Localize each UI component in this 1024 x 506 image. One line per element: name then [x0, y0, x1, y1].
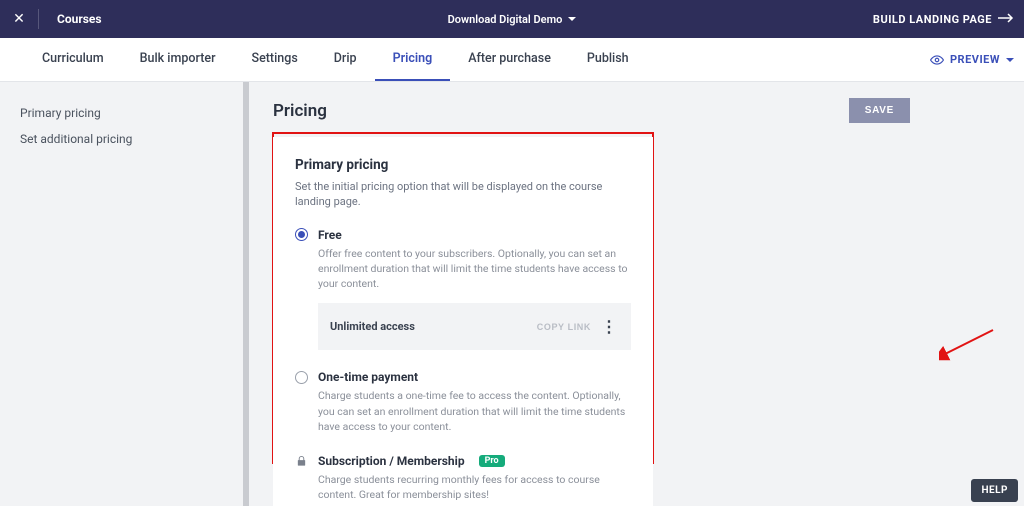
breadcrumb[interactable]: Courses [39, 12, 102, 26]
tab-publish[interactable]: Publish [569, 38, 647, 81]
option-one-time[interactable]: One-time payment Charge students a one-t… [295, 370, 631, 434]
tab-curriculum[interactable]: Curriculum [24, 38, 122, 81]
radio-icon[interactable] [295, 371, 308, 384]
card-heading: Primary pricing [295, 157, 631, 173]
chevron-down-icon [568, 17, 576, 21]
lock-icon [295, 455, 308, 468]
option-one-time-desc: Charge students a one-time fee to access… [295, 388, 631, 434]
page-title: Pricing [273, 101, 327, 121]
help-button[interactable]: HELP [971, 479, 1018, 502]
tab-after-purchase[interactable]: After purchase [450, 38, 569, 81]
access-row: Unlimited access COPY LINK ⋮ [318, 303, 631, 350]
access-label: Unlimited access [330, 320, 529, 333]
primary-pricing-card: Primary pricing Set the initial pricing … [273, 137, 653, 506]
sidebar: Primary pricing Set additional pricing [0, 82, 249, 506]
preview-label: PREVIEW [950, 53, 1000, 66]
kebab-icon[interactable]: ⋮ [599, 317, 619, 336]
option-free-desc: Offer free content to your subscribers. … [295, 246, 631, 292]
option-subscription[interactable]: Subscription / Membership Pro Charge stu… [295, 454, 631, 502]
option-free[interactable]: Free Offer free content to your subscrib… [295, 228, 631, 351]
tab-pricing[interactable]: Pricing [375, 38, 451, 81]
tab-bulk-importer[interactable]: Bulk importer [122, 38, 234, 81]
annotation-arrow [939, 328, 999, 368]
pro-badge: Pro [479, 455, 505, 467]
tab-strip: Curriculum Bulk importer Settings Drip P… [0, 38, 1024, 82]
option-one-time-title: One-time payment [318, 370, 418, 384]
arrow-right-icon [998, 13, 1014, 26]
preview-button[interactable]: PREVIEW [930, 38, 1014, 81]
top-bar: ✕ Courses Download Digital Demo BUILD LA… [0, 0, 1024, 38]
card-subtitle: Set the initial pricing option that will… [295, 179, 631, 210]
radio-selected-icon[interactable] [295, 228, 308, 241]
course-dropdown[interactable]: Download Digital Demo [448, 13, 577, 26]
option-free-title: Free [318, 228, 342, 242]
save-button[interactable]: SAVE [849, 98, 910, 123]
content-area: Pricing SAVE Primary pricing Set the ini… [249, 82, 1024, 506]
course-name: Download Digital Demo [448, 13, 563, 26]
option-subscription-desc: Charge students recurring monthly fees f… [295, 472, 631, 502]
eye-icon [930, 53, 944, 67]
tab-drip[interactable]: Drip [316, 38, 375, 81]
build-landing-page-button[interactable]: BUILD LANDING PAGE [873, 13, 1024, 26]
close-icon[interactable]: ✕ [0, 11, 38, 27]
option-subscription-title: Subscription / Membership [318, 454, 465, 468]
chevron-down-icon [1006, 58, 1014, 62]
sidebar-item-additional-pricing[interactable]: Set additional pricing [20, 126, 229, 152]
sidebar-item-primary-pricing[interactable]: Primary pricing [20, 100, 229, 126]
copy-link-button[interactable]: COPY LINK [537, 322, 591, 332]
build-landing-label: BUILD LANDING PAGE [873, 13, 992, 26]
tab-settings[interactable]: Settings [234, 38, 316, 81]
